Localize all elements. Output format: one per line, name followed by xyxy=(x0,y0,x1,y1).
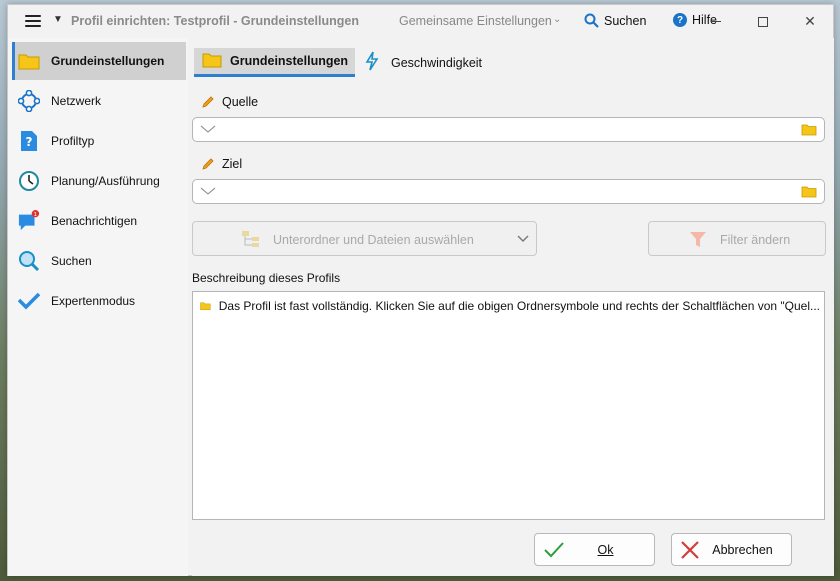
folder-browse-icon[interactable] xyxy=(801,185,817,198)
source-label: Quelle xyxy=(201,95,258,109)
hamburger-menu-icon[interactable] xyxy=(25,15,41,28)
change-filter-button[interactable]: Filter ändern xyxy=(648,221,826,256)
sidebar-item-expertenmodus[interactable]: Expertenmodus xyxy=(12,282,186,320)
help-document-icon: ? xyxy=(18,130,40,152)
checkmark-icon xyxy=(18,290,40,312)
cancel-label: Abbrechen xyxy=(712,543,773,557)
maximize-icon xyxy=(758,16,768,27)
active-indicator xyxy=(12,42,15,80)
svg-text:?: ? xyxy=(26,135,33,149)
cancel-button[interactable]: Abbrechen xyxy=(671,533,792,566)
description-label: Beschreibung dieses Profils xyxy=(192,271,341,285)
sidebar: Grundeinstellungen Netzwerk ? Profiltyp … xyxy=(8,38,188,576)
dropdown-chevron-icon[interactable] xyxy=(200,186,216,196)
sidebar-item-profiltyp[interactable]: ? Profiltyp xyxy=(12,122,186,160)
funnel-icon xyxy=(690,232,706,247)
dropdown-chevron-icon[interactable] xyxy=(200,124,216,134)
source-label-text: Quelle xyxy=(222,95,259,109)
sidebar-item-label: Grundeinstellungen xyxy=(51,54,165,68)
notification-bubble-icon: 1 xyxy=(18,210,40,232)
sidebar-item-benachrichtigen[interactable]: 1 Benachrichtigen xyxy=(12,202,186,240)
profile-setup-window: ▼ Profil einrichten: Testprofil - Grunde… xyxy=(7,4,834,576)
ok-label: Ok xyxy=(597,543,614,557)
sidebar-item-suchen[interactable]: Suchen xyxy=(12,242,186,280)
svg-text:1: 1 xyxy=(34,212,38,218)
sidebar-item-label: Netzwerk xyxy=(51,94,102,108)
chevron-down-icon xyxy=(517,235,529,242)
folder-icon xyxy=(200,302,211,311)
sidebar-item-netzwerk[interactable]: Netzwerk xyxy=(12,82,186,120)
folder-tree-icon xyxy=(242,231,259,247)
clock-icon xyxy=(18,170,40,192)
maximize-button[interactable] xyxy=(740,5,786,38)
tab-label: Geschwindigkeit xyxy=(391,55,483,70)
network-icon xyxy=(18,90,40,112)
target-label-text: Ziel xyxy=(222,157,243,171)
tab-geschwindigkeit[interactable]: Geschwindigkeit xyxy=(365,48,495,77)
main-content: Grundeinstellungen Geschwindigkeit Quell… xyxy=(192,38,834,576)
sidebar-item-label: Planung/Ausführung xyxy=(51,174,160,188)
shared-settings-menu[interactable]: Gemeinsame Einstellungen xyxy=(399,14,552,28)
sidebar-item-label: Suchen xyxy=(51,254,92,268)
ok-button[interactable]: Ok xyxy=(534,533,655,566)
sidebar-item-label: Benachrichtigen xyxy=(51,214,138,228)
sidebar-item-label: Expertenmodus xyxy=(51,294,136,308)
description-box: Das Profil ist fast vollständig. Klicken… xyxy=(192,291,825,520)
minimize-icon xyxy=(711,21,721,22)
source-path-input[interactable] xyxy=(223,121,793,138)
lightning-icon xyxy=(365,51,379,74)
target-path-field[interactable] xyxy=(192,179,825,204)
description-line: Das Profil ist fast vollständig. Klicken… xyxy=(200,298,820,314)
target-label: Ziel xyxy=(201,157,242,171)
target-path-input[interactable] xyxy=(223,183,793,200)
select-subfolders-button[interactable]: Unterordner und Dateien auswählen xyxy=(192,221,537,256)
search-icon xyxy=(584,13,599,28)
magnifier-icon xyxy=(18,250,40,272)
search-button[interactable]: Suchen xyxy=(584,13,646,28)
tab-label: Grundeinstellungen xyxy=(230,54,349,68)
folder-browse-icon[interactable] xyxy=(801,123,817,136)
select-subfolders-label: Unterordner und Dateien auswählen xyxy=(273,233,474,247)
shared-settings-chevron-icon[interactable]: ⌄ xyxy=(553,14,561,25)
search-label: Suchen xyxy=(604,13,647,28)
close-icon: ✕ xyxy=(804,13,816,29)
change-filter-label: Filter ändern xyxy=(720,233,791,247)
sidebar-item-planung[interactable]: Planung/Ausführung xyxy=(12,162,186,200)
source-path-field[interactable] xyxy=(192,117,825,142)
minimize-button[interactable] xyxy=(693,5,739,38)
chevron-down-icon[interactable]: ▼ xyxy=(53,14,63,25)
folder-icon xyxy=(202,52,222,71)
help-icon: ? xyxy=(673,13,687,27)
pencil-icon xyxy=(202,96,214,108)
sidebar-item-label: Profiltyp xyxy=(51,134,95,148)
description-text: Das Profil ist fast vollständig. Klicken… xyxy=(218,299,820,313)
close-button[interactable]: ✕ xyxy=(787,5,833,38)
sidebar-item-grundeinstellungen[interactable]: Grundeinstellungen xyxy=(12,42,186,80)
title-bar: ▼ Profil einrichten: Testprofil - Grunde… xyxy=(8,5,833,38)
tab-grundeinstellungen[interactable]: Grundeinstellungen xyxy=(194,48,355,77)
window-title: Profil einrichten: Testprofil - Grundein… xyxy=(71,14,359,28)
folder-icon xyxy=(18,50,40,72)
pencil-icon xyxy=(202,158,214,170)
